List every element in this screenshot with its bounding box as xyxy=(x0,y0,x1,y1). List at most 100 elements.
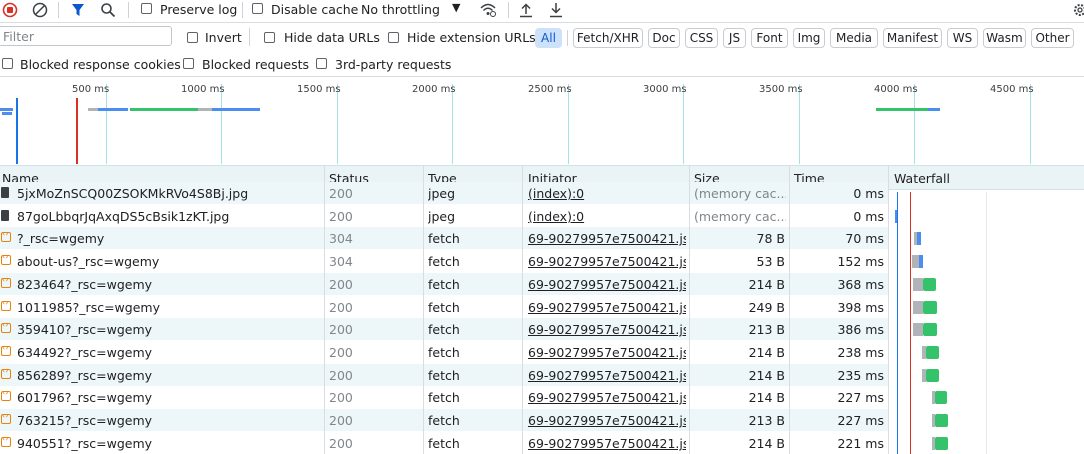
table-row[interactable]: 5jxMoZnSCQ00ZSOKMkRVo4S8Bj.jpg 200 jpeg (in… xyxy=(0,182,889,204)
disable-cache-checkbox[interactable] xyxy=(252,3,263,14)
hide-extension-urls-checkbox[interactable] xyxy=(388,32,399,43)
waterfall-bar xyxy=(919,255,923,268)
invert-checkbox[interactable] xyxy=(187,32,198,43)
request-initiator[interactable]: 69-90279957e7500421.js:1 xyxy=(528,277,686,292)
request-size: 214 B xyxy=(748,390,785,405)
request-initiator[interactable]: 69-90279957e7500421.js:1 xyxy=(528,231,686,246)
request-initiator[interactable]: (index):0 xyxy=(528,186,686,201)
table-row[interactable]: 823464?_rsc=wgemy 200 fetch 69-90279957e750… xyxy=(0,273,889,295)
toolbar-divider xyxy=(128,2,129,18)
search-icon[interactable] xyxy=(98,0,118,20)
request-name[interactable]: 1011985?_rsc=wgemy xyxy=(17,300,317,315)
funnel-icon[interactable] xyxy=(68,0,88,20)
request-name[interactable]: ?_rsc=wgemy xyxy=(17,231,317,246)
table-row[interactable]: 634492?_rsc=wgemy 200 fetch 69-90279957e750… xyxy=(0,341,889,363)
export-har-icon[interactable] xyxy=(546,0,566,20)
import-har-icon[interactable] xyxy=(516,0,536,20)
request-initiator[interactable]: 69-90279957e7500421.js:1 xyxy=(528,436,686,451)
column-divider[interactable] xyxy=(789,166,790,454)
waterfall-bar xyxy=(923,278,936,291)
type-filter-fetch-xhr[interactable]: Fetch/XHR xyxy=(573,28,643,48)
type-filter-font[interactable]: Font xyxy=(751,28,788,48)
request-name[interactable]: 634492?_rsc=wgemy xyxy=(17,345,317,360)
request-initiator[interactable]: 69-90279957e7500421.js:1 xyxy=(528,368,686,383)
type-filter-manifest[interactable]: Manifest xyxy=(883,28,942,48)
table-row[interactable]: 359410?_rsc=wgemy 200 fetch 69-90279957e750… xyxy=(0,318,889,340)
waterfall-bar xyxy=(913,323,923,336)
request-initiator[interactable]: 69-90279957e7500421.js:1 xyxy=(528,322,686,337)
request-name[interactable]: 5jxMoZnSCQ00ZSOKMkRVo4S8Bj.jpg xyxy=(17,186,317,201)
type-filter-css[interactable]: CSS xyxy=(685,28,718,48)
blocked-response-cookies-checkbox[interactable] xyxy=(2,58,13,69)
chevron-down-icon[interactable]: ▼ xyxy=(452,1,460,14)
overview-gridline xyxy=(683,84,684,164)
request-initiator[interactable]: 69-90279957e7500421.js:1 xyxy=(528,300,686,315)
request-time: 398 ms xyxy=(837,300,884,315)
table-row[interactable]: 856289?_rsc=wgemy 200 fetch 69-90279957e750… xyxy=(0,364,889,386)
third-party-requests-label: 3rd-party requests xyxy=(335,57,452,72)
throttling-select[interactable]: No throttling xyxy=(361,2,440,17)
clear-icon[interactable] xyxy=(30,0,50,20)
request-initiator[interactable]: 69-90279957e7500421.js:1 xyxy=(528,345,686,360)
request-initiator[interactable]: 69-90279957e7500421.js:1 xyxy=(528,254,686,269)
toolbar-border xyxy=(0,22,1084,23)
type-filter-doc[interactable]: Doc xyxy=(648,28,680,48)
request-name[interactable]: 601796?_rsc=wgemy xyxy=(17,390,317,405)
request-name[interactable]: 940551?_rsc=wgemy xyxy=(17,436,317,451)
third-party-requests-checkbox[interactable] xyxy=(316,58,327,69)
request-name[interactable]: 856289?_rsc=wgemy xyxy=(17,368,317,383)
table-row[interactable]: 763215?_rsc=wgemy 200 fetch 69-90279957e750… xyxy=(0,409,889,431)
gear-icon[interactable] xyxy=(1072,0,1084,20)
request-name[interactable]: 823464?_rsc=wgemy xyxy=(17,277,317,292)
type-filter-ws[interactable]: WS xyxy=(947,28,978,48)
filter-box[interactable] xyxy=(0,26,172,46)
fetch-request-icon xyxy=(1,366,11,379)
preserve-log-checkbox[interactable] xyxy=(141,3,152,14)
hide-data-urls-checkbox[interactable] xyxy=(264,32,275,43)
request-time: 152 ms xyxy=(837,254,884,269)
request-name[interactable]: 87goLbbqrJqAxqDS5cBsik1zKT.jpg xyxy=(17,209,317,224)
type-filter-wasm[interactable]: Wasm xyxy=(983,28,1026,48)
table-row[interactable]: 1011985?_rsc=wgemy 200 fetch 69-90279957e75… xyxy=(0,296,889,318)
record-stop-icon[interactable] xyxy=(0,0,20,20)
overview-request-bar xyxy=(88,108,98,111)
request-initiator[interactable]: (index):0 xyxy=(528,209,686,224)
table-row[interactable]: 87goLbbqrJqAxqDS5cBsik1zKT.jpg 200 jpeg (in… xyxy=(0,205,889,227)
request-type: fetch xyxy=(428,345,460,360)
column-divider[interactable] xyxy=(689,166,690,454)
table-row[interactable]: 940551?_rsc=wgemy 200 fetch 69-90279957e750… xyxy=(0,432,889,454)
waterfall-bar xyxy=(923,301,937,314)
table-row[interactable]: 601796?_rsc=wgemy 200 fetch 69-90279957e750… xyxy=(0,386,889,408)
request-initiator[interactable]: 69-90279957e7500421.js:1 xyxy=(528,413,686,428)
table-row[interactable]: ?_rsc=wgemy 304 fetch 69-90279957e7500421.j… xyxy=(0,227,889,249)
request-time: 0 ms xyxy=(853,186,884,201)
blocked-requests-checkbox[interactable] xyxy=(183,58,194,69)
type-filter-all[interactable]: All xyxy=(535,28,562,48)
column-divider[interactable] xyxy=(324,166,325,454)
fetch-request-icon xyxy=(1,320,11,333)
waterfall-bar xyxy=(917,232,921,245)
request-name[interactable]: about-us?_rsc=wgemy xyxy=(17,254,317,269)
invert-label: Invert xyxy=(205,30,242,45)
network-conditions-icon[interactable] xyxy=(478,0,498,20)
overview-request-bar xyxy=(198,108,212,111)
type-filter-img[interactable]: Img xyxy=(793,28,825,48)
filter-input[interactable] xyxy=(1,28,165,45)
request-name[interactable]: 763215?_rsc=wgemy xyxy=(17,413,317,428)
table-row[interactable]: about-us?_rsc=wgemy 304 fetch 69-90279957e7… xyxy=(0,250,889,272)
column-divider[interactable] xyxy=(522,166,523,454)
request-time: 368 ms xyxy=(837,277,884,292)
blocked-requests-label: Blocked requests xyxy=(202,57,309,72)
waterfall-bar xyxy=(912,255,919,268)
type-filter-js[interactable]: JS xyxy=(723,28,746,48)
type-filter-media[interactable]: Media xyxy=(830,28,878,48)
overview-tick: 1500 ms xyxy=(297,84,341,95)
request-initiator[interactable]: 69-90279957e7500421.js:1 xyxy=(528,390,686,405)
request-time: 238 ms xyxy=(837,345,884,360)
column-divider[interactable] xyxy=(423,166,424,454)
column-divider[interactable] xyxy=(888,166,889,454)
overview-gridline xyxy=(106,84,107,164)
request-name[interactable]: 359410?_rsc=wgemy xyxy=(17,322,317,337)
column-header-waterfall[interactable]: Waterfall xyxy=(894,171,950,186)
type-filter-other[interactable]: Other xyxy=(1031,28,1074,48)
